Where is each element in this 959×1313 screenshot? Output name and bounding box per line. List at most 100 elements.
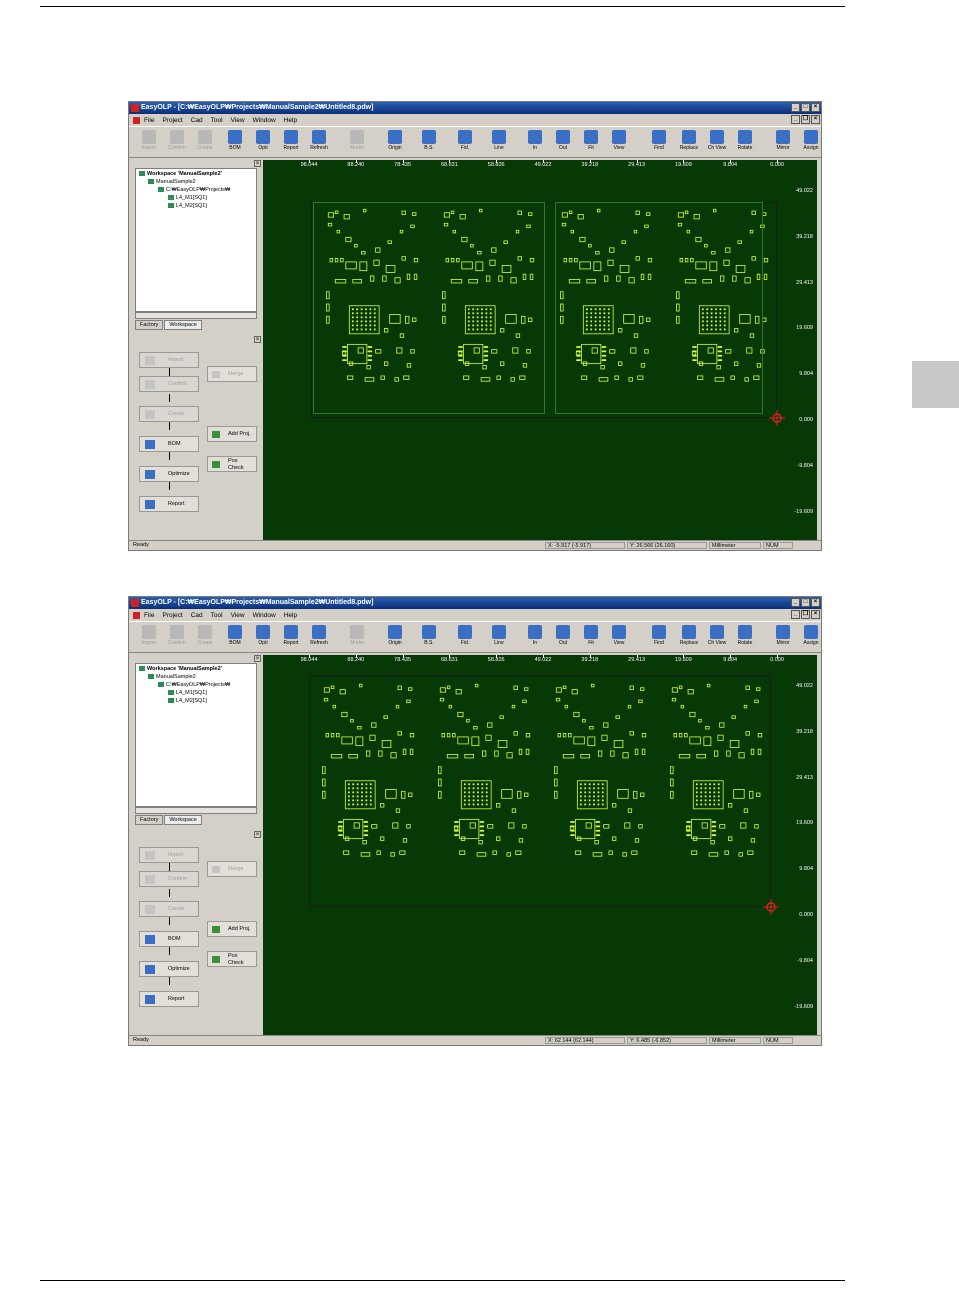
toolbar-origin-button[interactable]: Origin [381,624,409,650]
toolbar-ch-view-button[interactable]: Ch View [703,129,731,155]
menu-tool[interactable]: Tool [211,612,223,619]
doc-restore-icon[interactable]: ❐ [801,115,810,124]
tab-workspace[interactable]: Workspace [164,815,202,825]
flow-pos-check-button[interactable]: Pos Check [207,456,257,472]
toolbar-refresh-button[interactable]: Refresh [305,129,333,155]
menu-project[interactable]: Project [162,117,182,124]
flow-import-button[interactable]: Import [139,352,199,368]
toolbar-opti-button[interactable]: Opti [249,624,277,650]
doc-minimize-icon[interactable]: _ [791,115,800,124]
flow-add-proj-button[interactable]: Add Proj. [207,921,257,937]
tree-path[interactable]: C:₩EasyOLP₩Projects₩ [158,682,230,688]
tree-root[interactable]: Workspace 'ManualSample2' [139,171,222,177]
flow-close-icon[interactable]: × [254,831,261,838]
tree-scrollbar[interactable] [135,807,257,814]
toolbar-model-button[interactable]: Model [343,624,371,650]
flow-confirm-button[interactable]: Confirm [139,871,199,887]
toolbar-confirm-button[interactable]: Confirm [163,624,191,650]
minimize-icon[interactable]: _ [791,598,800,607]
toolbar-confirm-button[interactable]: Confirm [163,129,191,155]
toolbar-ch-view-button[interactable]: Ch View [703,624,731,650]
toolbar-create-button[interactable]: Create [191,624,219,650]
maximize-icon[interactable]: □ [801,103,810,112]
menu-file[interactable]: File [144,612,154,619]
menu-file[interactable]: File [144,117,154,124]
menu-cad[interactable]: Cad [191,612,203,619]
toolbar-import-button[interactable]: Import [135,129,163,155]
flow-close-icon[interactable]: × [254,336,261,343]
toolbar-out-button[interactable]: Out [549,129,577,155]
panel-close-icon[interactable]: × [254,160,261,167]
menu-project[interactable]: Project [162,612,182,619]
toolbar-model-button[interactable]: Model [343,129,371,155]
pcb-panel-2[interactable] [555,202,763,414]
flow-merge-button[interactable]: Merge [207,366,257,382]
menu-help[interactable]: Help [284,117,297,124]
toolbar-line-button[interactable]: Line [485,624,513,650]
tree-item-m2[interactable]: L4_M2[SQ1] [168,698,207,704]
doc-restore-icon[interactable]: ❐ [801,610,810,619]
toolbar-assign-button[interactable]: Assign [797,624,821,650]
tree-item-m1[interactable]: L4_M1[SQ1] [168,690,207,696]
toolbar-rotate-button[interactable]: Rotate [731,129,759,155]
menu-tool[interactable]: Tool [211,117,223,124]
doc-close-icon[interactable]: × [811,115,820,124]
maximize-icon[interactable]: □ [801,598,810,607]
flow-confirm-button[interactable]: Confirm [139,376,199,392]
doc-minimize-icon[interactable]: _ [791,610,800,619]
toolbar-fit-button[interactable]: Fit [577,129,605,155]
toolbar-origin-button[interactable]: Origin [381,129,409,155]
toolbar-report-button[interactable]: Report [277,624,305,650]
close-icon[interactable]: × [811,103,820,112]
toolbar-replace-button[interactable]: Replace [675,129,703,155]
tab-workspace[interactable]: Workspace [164,320,202,330]
toolbar-view-button[interactable]: View [605,624,633,650]
flow-pos-check-button[interactable]: Pos Check [207,951,257,967]
tab-factory[interactable]: Factory [135,320,164,330]
flow-report-button[interactable]: Report [139,496,199,512]
tree-scrollbar[interactable] [135,312,257,319]
tree-item-m1[interactable]: L4_M1[SQ1] [168,195,207,201]
toolbar-fid-button[interactable]: Fid. [451,624,479,650]
menu-help[interactable]: Help [284,612,297,619]
toolbar-create-button[interactable]: Create [191,129,219,155]
flow-report-button[interactable]: Report [139,991,199,1007]
menu-window[interactable]: Window [253,117,276,124]
toolbar-replace-button[interactable]: Replace [675,624,703,650]
menu-window[interactable]: Window [253,612,276,619]
toolbar-opti-button[interactable]: Opti [249,129,277,155]
flow-optimize-button[interactable]: Optimize [139,466,199,482]
toolbar-bom-button[interactable]: BOM [221,129,249,155]
flow-add-proj-button[interactable]: Add Proj. [207,426,257,442]
toolbar-mirror-button[interactable]: Mirror [769,129,797,155]
flow-bom-button[interactable]: BOM [139,436,199,452]
flow-optimize-button[interactable]: Optimize [139,961,199,977]
doc-close-icon[interactable]: × [811,610,820,619]
toolbar-fid-button[interactable]: Fid. [451,129,479,155]
flow-create-button[interactable]: Create [139,901,199,917]
flow-import-button[interactable]: Import [139,847,199,863]
toolbar-b-s-button[interactable]: B.S. [415,129,443,155]
close-icon[interactable]: × [811,598,820,607]
toolbar-report-button[interactable]: Report [277,129,305,155]
pcb-canvas[interactable]: 98.044 88.240 78.435 68.631 58.826 49.022 39.2… [263,655,817,1035]
tab-factory[interactable]: Factory [135,815,164,825]
flow-bom-button[interactable]: BOM [139,931,199,947]
toolbar-fit-button[interactable]: Fit [577,624,605,650]
tree-item-m2[interactable]: L4_M2[SQ1] [168,203,207,209]
toolbar-mirror-button[interactable]: Mirror [769,624,797,650]
flow-merge-button[interactable]: Merge [207,861,257,877]
toolbar-bom-button[interactable]: BOM [221,624,249,650]
toolbar-find-button[interactable]: Find [645,129,673,155]
toolbar-in-button[interactable]: In [521,624,549,650]
flow-create-button[interactable]: Create [139,406,199,422]
menu-view[interactable]: View [231,612,245,619]
toolbar-find-button[interactable]: Find [645,624,673,650]
workspace-tree[interactable]: Workspace 'ManualSample2' ManualSample2 … [135,663,257,807]
toolbar-b-s-button[interactable]: B.S. [415,624,443,650]
pcb-panel-1[interactable] [313,202,545,414]
toolbar-out-button[interactable]: Out [549,624,577,650]
tree-path[interactable]: C:₩EasyOLP₩Projects₩ [158,187,230,193]
toolbar-assign-button[interactable]: Assign [797,129,821,155]
panel-close-icon[interactable]: × [254,655,261,662]
